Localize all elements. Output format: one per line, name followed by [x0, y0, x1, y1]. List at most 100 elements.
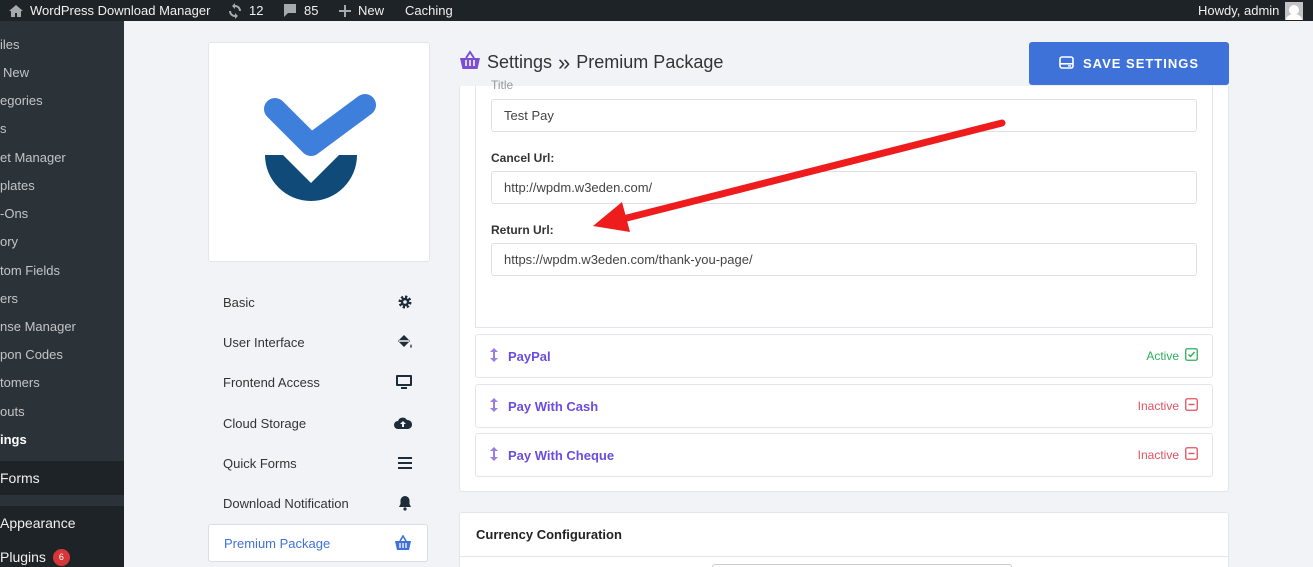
new-label: New	[358, 2, 385, 18]
menu-label: Forms	[0, 470, 40, 486]
my-account-link[interactable]: Howdy, admin	[1198, 0, 1304, 21]
basket-icon	[459, 50, 481, 75]
menu-item-appearance[interactable]: Appearance	[0, 506, 124, 540]
wpdm-submenu: iles New egories s et Manager plates -On…	[0, 21, 124, 458]
updates-icon	[227, 2, 243, 19]
status-label: Active	[1146, 349, 1179, 363]
new-content-link[interactable]: New	[338, 0, 384, 21]
status-badge: Inactive	[1138, 447, 1198, 463]
nav-cloud-storage[interactable]: Cloud Storage	[208, 404, 428, 442]
submenu-item[interactable]: nse Manager	[0, 319, 124, 337]
nav-premium-package[interactable]: Premium Package	[208, 524, 428, 562]
menu-item-plugins[interactable]: Plugins 6	[0, 540, 124, 567]
gateway-row-paypal[interactable]: PayPal Active	[475, 334, 1213, 378]
currency-config-heading: Currency Configuration	[460, 513, 1228, 557]
submenu-item[interactable]: iles	[0, 37, 124, 55]
status-label: Inactive	[1137, 399, 1179, 413]
submenu-item[interactable]: ory	[0, 234, 124, 252]
return-url-input[interactable]	[491, 243, 1197, 276]
submenu-item[interactable]: -Ons	[0, 206, 124, 224]
site-name-link[interactable]: WordPress Download Manager	[8, 0, 210, 21]
save-label: SAVE SETTINGS	[1082, 56, 1200, 71]
caching-label: Caching	[405, 2, 453, 18]
check-square-icon	[1185, 348, 1198, 364]
currency-config-card: Currency Configuration	[459, 512, 1229, 567]
gateway-title: PayPal	[490, 347, 551, 365]
updates-link[interactable]: 12	[227, 0, 263, 21]
title-input[interactable]	[491, 99, 1197, 132]
submenu-item[interactable]: outs	[0, 404, 124, 422]
menu-item-forms[interactable]: Forms	[0, 461, 124, 495]
submenu-item[interactable]: ers	[0, 291, 124, 309]
plugins-update-badge: 6	[52, 548, 70, 566]
list-icon	[397, 456, 413, 470]
minus-square-icon	[1185, 398, 1198, 414]
submenu-item[interactable]: s	[0, 121, 124, 139]
submenu-item[interactable]: New	[0, 65, 124, 83]
cancel-url-label: Cancel Url:	[491, 151, 555, 165]
gateway-name: PayPal	[508, 348, 551, 364]
comment-icon	[282, 3, 298, 18]
status-label: Inactive	[1137, 448, 1179, 462]
gateway-name: Pay With Cash	[508, 398, 599, 414]
paint-bucket-icon	[395, 334, 413, 350]
nav-label: Download Notification	[223, 495, 349, 511]
menu-label: Appearance	[0, 515, 76, 531]
nav-user-interface[interactable]: User Interface	[208, 323, 428, 361]
submenu-item[interactable]: egories	[0, 93, 124, 111]
submenu-item[interactable]: tomers	[0, 375, 124, 393]
status-badge: Active	[1146, 348, 1198, 364]
submenu-item[interactable]: plates	[0, 178, 124, 196]
drag-handle-icon[interactable]	[490, 446, 498, 464]
nav-basic[interactable]: Basic	[208, 283, 428, 321]
admin-bar: WordPress Download Manager 12 85 New Cac…	[0, 0, 1313, 21]
gateway-row-cheque[interactable]: Pay With Cheque Inactive	[475, 433, 1213, 477]
howdy-text: Howdy, admin	[1198, 2, 1280, 18]
submenu-item[interactable]: pon Codes	[0, 347, 124, 365]
nav-label: Basic	[223, 294, 255, 310]
nav-label: Premium Package	[224, 535, 331, 551]
menu-label: Plugins	[0, 549, 46, 565]
nav-frontend-access[interactable]: Frontend Access	[208, 363, 428, 401]
plus-icon	[338, 4, 352, 18]
save-settings-button[interactable]: SAVE SETTINGS	[1029, 42, 1229, 85]
comments-link[interactable]: 85	[282, 0, 318, 21]
cloud-upload-icon	[393, 415, 413, 431]
submenu-item[interactable]: tom Fields	[0, 263, 124, 281]
nav-label: Frontend Access	[223, 374, 320, 390]
cancel-url-input[interactable]	[491, 171, 1197, 204]
submenu-item-settings[interactable]: ings	[0, 432, 124, 450]
breadcrumb-settings: Settings	[487, 52, 553, 72]
save-icon	[1059, 55, 1074, 72]
breadcrumb-separator: »	[558, 49, 571, 75]
bell-icon	[397, 495, 413, 511]
site-name: WordPress Download Manager	[30, 2, 211, 18]
nav-label: Quick Forms	[223, 455, 297, 471]
title-label: Title	[491, 78, 514, 92]
wp-admin-menu: iles New egories s et Manager plates -On…	[0, 21, 124, 567]
minus-square-icon	[1185, 447, 1198, 463]
nav-download-notification[interactable]: Download Notification	[208, 484, 428, 522]
logo-card	[208, 42, 430, 262]
return-url-label: Return Url:	[491, 223, 554, 237]
gateway-name: Pay With Cheque	[508, 447, 615, 463]
desktop-icon	[395, 374, 413, 390]
gateway-row-cash[interactable]: Pay With Cash Inactive	[475, 384, 1213, 428]
gateway-title: Pay With Cash	[490, 397, 599, 415]
avatar	[1285, 1, 1304, 20]
comments-count: 85	[304, 2, 319, 18]
submenu-item[interactable]: et Manager	[0, 150, 124, 168]
nav-label: Cloud Storage	[223, 415, 307, 431]
wpdm-logo-icon	[209, 43, 429, 263]
status-badge: Inactive	[1138, 398, 1198, 414]
basket-icon	[394, 535, 412, 551]
nav-quick-forms[interactable]: Quick Forms	[208, 444, 428, 482]
updates-count: 12	[249, 2, 264, 18]
gear-icon	[397, 294, 413, 310]
breadcrumb-current: Premium Package	[576, 52, 724, 72]
home-icon	[8, 4, 24, 18]
page-title: Settings » Premium Package	[459, 50, 723, 75]
drag-handle-icon[interactable]	[490, 347, 498, 365]
drag-handle-icon[interactable]	[490, 397, 498, 415]
caching-link[interactable]: Caching	[405, 0, 453, 21]
